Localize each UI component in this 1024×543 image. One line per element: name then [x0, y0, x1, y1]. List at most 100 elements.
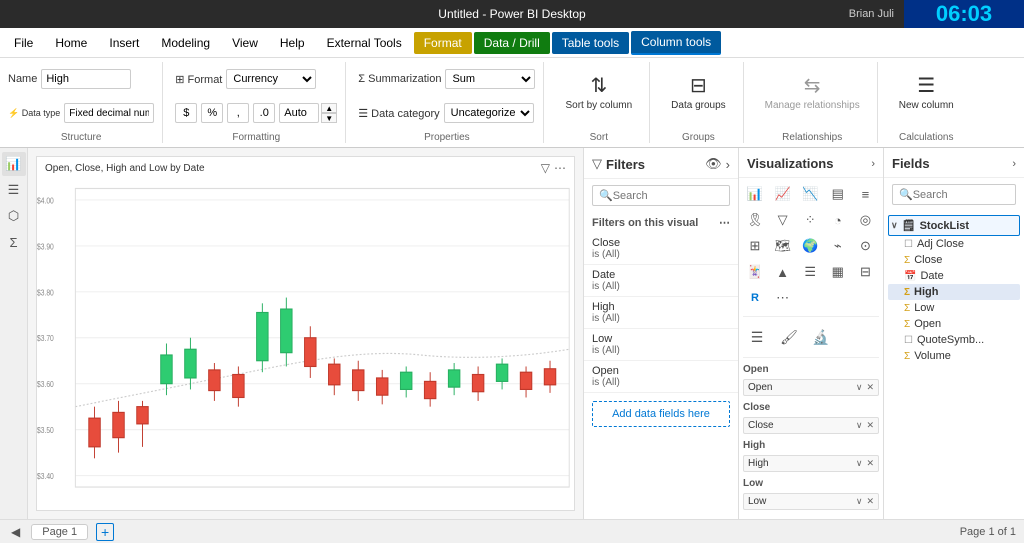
- spinner-down[interactable]: ▼: [321, 113, 337, 123]
- datacategory-select[interactable]: Uncategorized: [444, 103, 534, 123]
- field-date[interactable]: 📅 Date: [888, 268, 1020, 284]
- viz-area-chart-icon[interactable]: 📉: [798, 182, 822, 206]
- viz-gauge-icon[interactable]: ⊙: [853, 234, 877, 258]
- nav-prev-icon[interactable]: ◀: [8, 524, 23, 540]
- filter-low[interactable]: Low is (All): [584, 329, 738, 361]
- field-close[interactable]: Σ Close: [888, 252, 1020, 268]
- menu-columntools[interactable]: Column tools: [631, 31, 721, 55]
- menu-datadrill[interactable]: Data / Drill: [474, 32, 550, 54]
- fields-expand-icon[interactable]: ›: [1012, 158, 1016, 170]
- high-well-remove[interactable]: ✕: [866, 458, 874, 469]
- new-column-button[interactable]: ☰ New column: [890, 62, 963, 122]
- report-view-icon[interactable]: 📊: [2, 152, 26, 176]
- menu-modeling[interactable]: Modeling: [151, 32, 220, 54]
- filter-expand-icon[interactable]: ›: [726, 157, 730, 172]
- viz-stacked-bar-icon[interactable]: ▤: [826, 182, 850, 206]
- field-adj-close[interactable]: ☐ Adj Close: [888, 236, 1020, 252]
- high-well-chevron[interactable]: ∨: [856, 458, 863, 469]
- menu-file[interactable]: File: [4, 32, 43, 54]
- page1-tab[interactable]: Page 1: [31, 524, 88, 540]
- field-high-label: High: [914, 286, 938, 298]
- close-well-remove[interactable]: ✕: [866, 420, 874, 431]
- menu-external[interactable]: External Tools: [317, 32, 412, 54]
- dax-icon[interactable]: Σ: [2, 230, 26, 254]
- decimal-spinner[interactable]: ▲ ▼: [321, 103, 337, 123]
- menu-home[interactable]: Home: [45, 32, 97, 54]
- viz-donut-icon[interactable]: ◎: [853, 208, 877, 232]
- field-quotesymb[interactable]: ☐ QuoteSymb...: [888, 332, 1020, 348]
- viz-analytics-icon[interactable]: 🔬: [807, 323, 835, 351]
- data-groups-button[interactable]: ⊟ Data groups: [662, 62, 734, 122]
- model-view-icon[interactable]: ⬡: [2, 204, 26, 228]
- viz-clustered-bar-icon[interactable]: ≡: [853, 182, 877, 206]
- filter-eye-icon[interactable]: 👁: [705, 156, 722, 172]
- close-field-well[interactable]: Close ∨ ✕: [743, 417, 879, 434]
- percent-button[interactable]: %: [201, 103, 223, 123]
- comma-button[interactable]: ,: [227, 103, 249, 123]
- viz-bar-chart-icon[interactable]: 📊: [743, 182, 767, 206]
- chart-more-icon[interactable]: ⋯: [554, 161, 566, 175]
- fields-search-input[interactable]: [913, 189, 1024, 201]
- menu-insert[interactable]: Insert: [99, 32, 149, 54]
- filters-more-icon[interactable]: ⋯: [719, 216, 730, 229]
- add-data-fields-button[interactable]: Add data fields here: [592, 401, 730, 427]
- stocklist-table-header[interactable]: ∨ 🗒 StockList: [888, 215, 1020, 236]
- open-well-chevron[interactable]: ∨: [856, 382, 863, 393]
- viz-slicer-icon[interactable]: ☰: [798, 260, 822, 284]
- viz-expand-icon[interactable]: ›: [871, 158, 875, 170]
- open-field-well[interactable]: Open ∨ ✕: [743, 379, 879, 396]
- filters-search-box[interactable]: 🔍: [592, 185, 730, 206]
- menu-view[interactable]: View: [222, 32, 268, 54]
- open-well-remove[interactable]: ✕: [866, 382, 874, 393]
- low-field-well[interactable]: Low ∨ ✕: [743, 493, 879, 510]
- decimal-button[interactable]: .0: [253, 103, 275, 123]
- menu-format[interactable]: Format: [414, 32, 472, 54]
- viz-waterfall-icon[interactable]: ▽: [771, 208, 795, 232]
- low-well-chevron[interactable]: ∨: [856, 496, 863, 507]
- datatype-input[interactable]: [64, 103, 154, 123]
- viz-more-icon[interactable]: ⋯: [771, 286, 795, 310]
- add-page-button[interactable]: +: [96, 523, 114, 541]
- spinner-up[interactable]: ▲: [321, 103, 337, 113]
- low-well-remove[interactable]: ✕: [866, 496, 874, 507]
- viz-matrix-icon[interactable]: ⊟: [853, 260, 877, 284]
- viz-r-icon[interactable]: R: [743, 286, 767, 310]
- close-well-chevron[interactable]: ∨: [856, 420, 863, 431]
- menu-tabletools[interactable]: Table tools: [552, 32, 629, 54]
- viz-pie-icon[interactable]: ◔: [826, 208, 850, 232]
- user-name: Brian Juli: [849, 8, 894, 20]
- filter-close[interactable]: Close is (All): [584, 233, 738, 265]
- viz-scatter-icon[interactable]: ⁘: [798, 208, 822, 232]
- viz-table-icon[interactable]: ▦: [826, 260, 850, 284]
- data-view-icon[interactable]: ☰: [2, 178, 26, 202]
- filter-high[interactable]: High is (All): [584, 297, 738, 329]
- fields-search-box[interactable]: 🔍: [892, 184, 1016, 205]
- viz-treemap-icon[interactable]: ⊞: [743, 234, 767, 258]
- viz-format-icon[interactable]: 🖌: [775, 323, 803, 351]
- filter-date[interactable]: Date is (All): [584, 265, 738, 297]
- dollar-button[interactable]: $: [175, 103, 197, 123]
- field-high[interactable]: Σ High: [888, 284, 1020, 300]
- high-field-well[interactable]: High ∨ ✕: [743, 455, 879, 472]
- viz-kpi-icon[interactable]: ▲: [771, 260, 795, 284]
- summarization-select[interactable]: Sum: [445, 69, 535, 89]
- viz-ribbon-chart-icon[interactable]: 🎗: [743, 208, 767, 232]
- format-select[interactable]: Currency: [226, 69, 316, 89]
- menu-help[interactable]: Help: [270, 32, 315, 54]
- viz-filled-map-icon[interactable]: 🌍: [798, 234, 822, 258]
- viz-fields-icon[interactable]: ☰: [743, 323, 771, 351]
- viz-funnel-icon[interactable]: ⌁: [826, 234, 850, 258]
- manage-relationships-button[interactable]: ⇆ Manage relationships: [756, 62, 869, 122]
- filter-open[interactable]: Open is (All): [584, 361, 738, 393]
- chart-filter-icon[interactable]: ▽: [541, 161, 550, 175]
- sort-by-column-button[interactable]: ⇅ Sort by column: [556, 62, 641, 122]
- viz-map-icon[interactable]: 🗺: [771, 234, 795, 258]
- field-volume[interactable]: Σ Volume: [888, 348, 1020, 364]
- field-low[interactable]: Σ Low: [888, 300, 1020, 316]
- field-open[interactable]: Σ Open: [888, 316, 1020, 332]
- decimal-places-input[interactable]: [279, 103, 319, 123]
- viz-line-chart-icon[interactable]: 📈: [771, 182, 795, 206]
- viz-card-icon[interactable]: 🃏: [743, 260, 767, 284]
- name-input[interactable]: [41, 69, 131, 89]
- filters-search-input[interactable]: [613, 190, 739, 202]
